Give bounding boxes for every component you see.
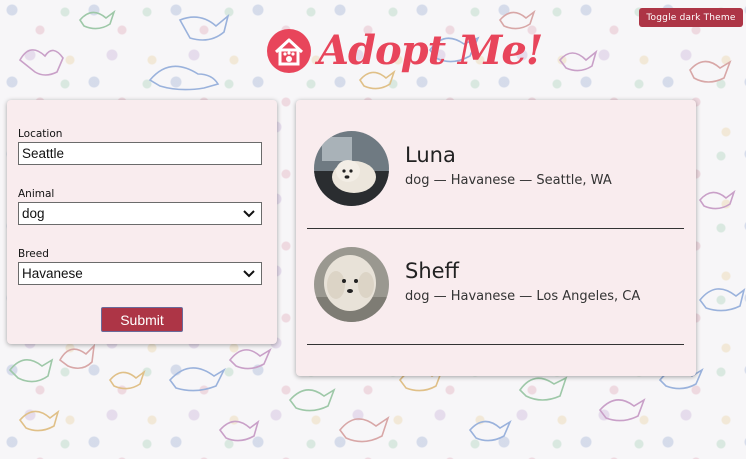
toggle-dark-theme-button[interactable]: Toggle dark Theme [639, 8, 743, 27]
location-input[interactable] [18, 142, 262, 165]
chevron-down-icon [243, 270, 255, 278]
search-form: Location Animal dog Breed Havanese Submi… [7, 100, 277, 344]
breed-select-value: Havanese [22, 266, 83, 281]
location-label: Location [18, 128, 63, 140]
pet-results-list: Luna dog — Havanese — Seattle, WA Sheff … [296, 100, 696, 376]
pet-name: Sheff [405, 259, 460, 283]
chevron-down-icon [243, 210, 255, 218]
house-paw-logo-icon [267, 29, 311, 73]
animal-label: Animal [18, 188, 55, 200]
pet-card-luna[interactable]: Luna dog — Havanese — Seattle, WA [307, 113, 684, 229]
pet-description: dog — Havanese — Seattle, WA [405, 173, 612, 188]
breed-select[interactable]: Havanese [18, 262, 262, 285]
pet-photo-luna [314, 131, 389, 206]
animal-select-value: dog [22, 206, 45, 221]
white-dog-photo-icon [314, 131, 389, 206]
pet-card-sheff[interactable]: Sheff dog — Havanese — Los Angeles, CA [307, 229, 684, 345]
pet-name: Luna [405, 143, 456, 167]
pet-description: dog — Havanese — Los Angeles, CA [405, 289, 641, 304]
white-dog-photo-icon [314, 247, 389, 322]
pet-photo-sheff [314, 247, 389, 322]
animal-select[interactable]: dog [18, 202, 262, 225]
app-logo-title: Adopt Me! [318, 27, 543, 74]
submit-button[interactable]: Submit [101, 307, 183, 332]
breed-label: Breed [18, 248, 49, 260]
